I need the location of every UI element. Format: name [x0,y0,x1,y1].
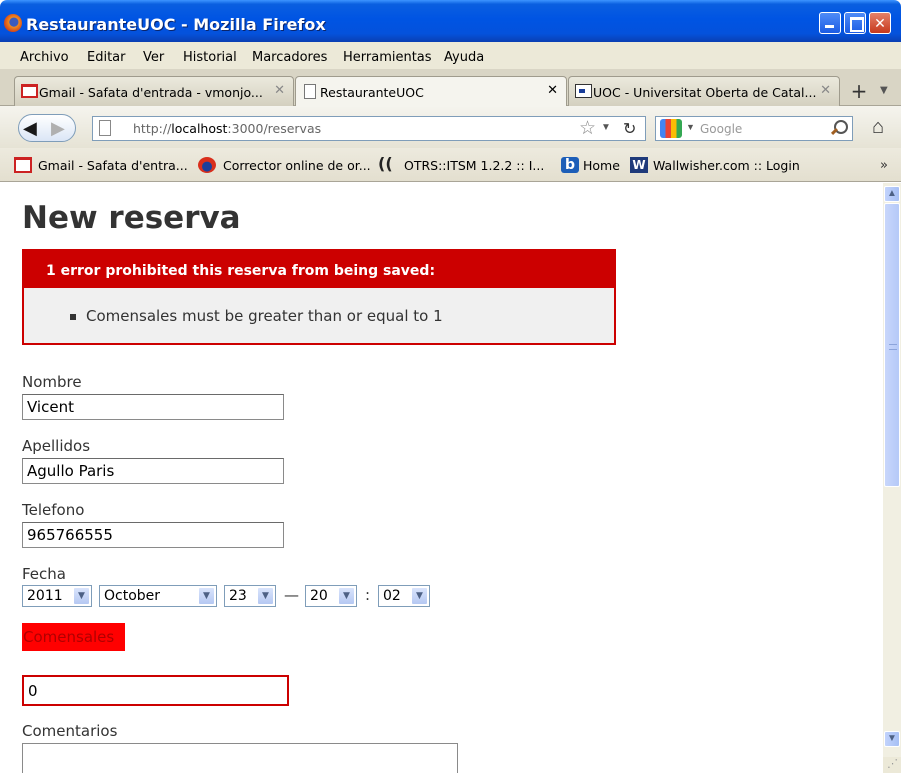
menu-bar: Archivo Editar Ver Historial Marcadores … [0,42,901,69]
scroll-up-icon[interactable]: ▲ [884,186,900,202]
search-engine-icon[interactable] [660,119,682,138]
uoc-icon [575,84,592,98]
chevron-down-icon[interactable]: ▼ [73,587,90,605]
back-forward-buttons: ◀ ▶ [18,114,76,142]
tab-label: Gmail - Safata d'entrada - vmonjo... [39,85,263,100]
telefono-label: Telefono [22,501,85,519]
bookmark-home[interactable]: Home [583,158,620,173]
bookmark-wallwisher[interactable]: Wallwisher.com :: Login [653,158,800,173]
menu-historial[interactable]: Historial [183,50,237,65]
telefono-input[interactable]: 965766555 [22,522,284,548]
hour-select[interactable]: 20 ▼ [305,585,357,607]
tab-label: UOC - Universitat Oberta de Catal... [593,85,817,100]
menu-herramientas[interactable]: Herramientas [343,50,432,65]
bookmark-corrector[interactable]: Corrector online de or... [223,158,371,173]
comentarios-label: Comentarios [22,722,118,740]
year-select[interactable]: 2011 ▼ [22,585,92,607]
wallwisher-icon: W [630,157,648,173]
url-dropdown-icon[interactable]: ▼ [601,122,611,133]
minimize-button[interactable] [819,12,841,34]
scroll-down-icon[interactable]: ▼ [884,731,900,747]
close-tab-icon[interactable]: ✕ [274,83,285,98]
nombre-input[interactable]: Vicent [22,394,284,420]
search-input[interactable]: Google [700,122,742,136]
bookmark-otrs[interactable]: OTRS::ITSM 1.2.2 :: I... [404,158,544,173]
vertical-scrollbar[interactable]: ▲ ▼ [883,183,901,773]
comensales-label: Comensales [22,623,125,651]
bookmark-star-icon[interactable]: ☆ [579,117,596,140]
menu-marcadores[interactable]: Marcadores [252,50,327,65]
home-icon[interactable]: ⌂ [864,116,892,142]
date-time-separator: — [284,586,299,604]
bookmarks-bar: Gmail - Safata d'entra... Corrector onli… [0,148,901,182]
year-value: 2011 [27,588,63,604]
menu-archivo[interactable]: Archivo [20,50,69,65]
chevron-down-icon[interactable]: ▼ [198,587,215,605]
minute-value: 02 [383,588,401,604]
fecha-label: Fecha [22,565,66,583]
bullet-icon [70,314,76,320]
more-bookmarks-chevron-icon[interactable]: » [880,158,888,173]
menu-ayuda[interactable]: Ayuda [444,50,484,65]
bookmark-gmail[interactable]: Gmail - Safata d'entra... [38,158,188,173]
reload-icon[interactable]: ↻ [623,119,636,139]
month-value: October [104,588,161,604]
nombre-label: Nombre [22,373,82,391]
page-title: New reserva [22,200,241,236]
error-header: 1 error prohibited this reserva from bei… [24,251,614,288]
page-content: New reserva 1 error prohibited this rese… [0,183,883,773]
grip-icon [889,344,897,350]
url-text[interactable]: http://localhost:3000/reservas [133,121,321,136]
apellidos-label: Apellidos [22,437,91,455]
maximize-button[interactable] [844,12,866,34]
page-icon [99,120,111,136]
search-engine-dropdown-icon[interactable]: ▼ [686,122,695,132]
apellidos-input[interactable]: Agullo Paris [22,458,284,484]
tab-gmail[interactable]: Gmail - Safata d'entrada - vmonjo... ✕ [14,76,294,106]
minute-select[interactable]: 02 ▼ [378,585,430,607]
search-icon[interactable] [828,118,848,138]
chevron-down-icon[interactable]: ▼ [257,587,274,605]
month-select[interactable]: October ▼ [99,585,217,607]
scrollbar-thumb[interactable] [884,203,900,487]
navigation-bar: ◀ ▶ http://localhost:3000/reservas ☆ ▼ ↻… [0,106,901,148]
firefox-logo-icon [4,14,22,32]
menu-editar[interactable]: Editar [87,50,126,65]
title-bar: RestauranteUOC - Mozilla Firefox ✕ [0,0,901,42]
tab-label: RestauranteUOC [320,85,424,100]
tab-restauranteuoc[interactable]: RestauranteUOC ✕ [295,76,567,107]
corrector-icon [198,157,216,173]
resize-grip-icon[interactable] [883,757,901,773]
time-separator: : [365,586,371,604]
home-bookmark-icon: b [561,157,579,173]
search-bar[interactable]: ▼ Google [655,116,853,141]
new-tab-button[interactable]: + [846,78,872,104]
close-window-button[interactable]: ✕ [869,12,891,34]
day-value: 23 [229,588,247,604]
comensales-input[interactable]: 0 [22,675,289,706]
gmail-icon [21,84,38,98]
window-title: RestauranteUOC - Mozilla Firefox [26,15,326,34]
error-message: Comensales must be greater than or equal… [86,307,443,325]
back-arrow-icon[interactable]: ◀ [23,118,37,139]
gmail-icon [14,157,32,173]
comentarios-textarea[interactable] [22,743,458,773]
hour-value: 20 [310,588,328,604]
close-tab-icon[interactable]: ✕ [547,83,558,98]
tab-strip: Gmail - Safata d'entrada - vmonjo... ✕ R… [0,69,901,107]
day-select[interactable]: 23 ▼ [224,585,276,607]
forward-arrow-icon[interactable]: ▶ [51,118,65,139]
chevron-down-icon[interactable]: ▼ [338,587,355,605]
chevron-down-icon[interactable]: ▼ [411,587,428,605]
page-icon [304,84,316,99]
error-explanation: 1 error prohibited this reserva from bei… [22,249,616,345]
tab-list-chevron-icon[interactable]: ▼ [880,85,888,96]
address-bar[interactable]: http://localhost:3000/reservas ☆ ▼ ↻ [92,116,646,141]
tab-uoc[interactable]: UOC - Universitat Oberta de Catal... ✕ [568,76,840,106]
otrs-icon: (( [378,154,393,173]
menu-ver[interactable]: Ver [143,50,164,65]
close-tab-icon[interactable]: ✕ [820,83,831,98]
